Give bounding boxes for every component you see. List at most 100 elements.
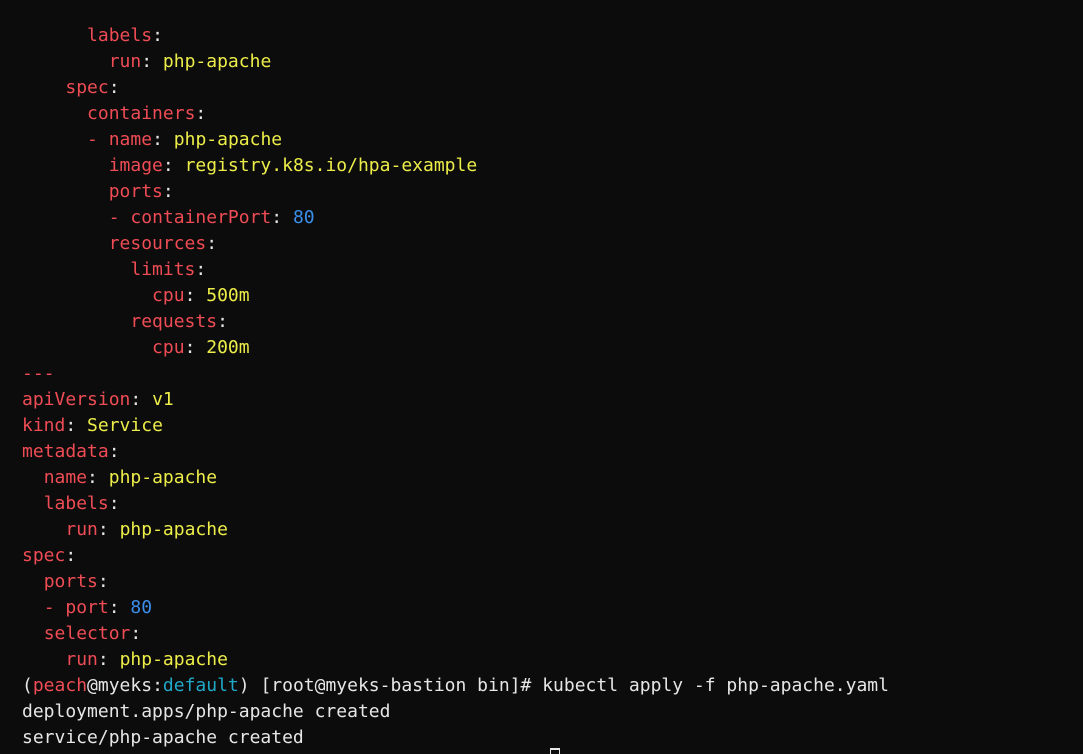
yaml-indent (22, 337, 152, 358)
yaml-line: image: registry.k8s.io/hpa-example (22, 153, 1083, 179)
yaml-line: resources: (22, 231, 1083, 257)
yaml-list-dash: - (87, 129, 109, 150)
yaml-key: name (43, 467, 88, 488)
yaml-value: 500m (206, 285, 250, 306)
yaml-colon: : (97, 519, 120, 540)
yaml-colon: : (108, 441, 120, 462)
yaml-line: cpu: 200m (22, 335, 1083, 361)
yaml-colon: : (108, 493, 120, 514)
yaml-colon: : (271, 207, 293, 228)
yaml-indent (22, 51, 109, 72)
yaml-colon: : (184, 337, 207, 358)
yaml-indent (22, 129, 87, 150)
yaml-line: apiVersion: v1 (22, 387, 1083, 413)
yaml-indent (22, 155, 109, 176)
yaml-line: kind: Service (22, 413, 1083, 439)
yaml-line: ports: (22, 569, 1083, 595)
yaml-colon: : (130, 623, 142, 644)
yaml-colon: : (97, 649, 120, 670)
yaml-indent (22, 103, 87, 124)
yaml-key: selector (43, 623, 131, 644)
yaml-indent (22, 285, 152, 306)
yaml-indent (22, 649, 65, 670)
yaml-indent (22, 311, 130, 332)
yaml-colon: : (130, 389, 153, 410)
yaml-key: cpu (152, 337, 185, 358)
yaml-key: requests (130, 311, 218, 332)
yaml-line: - port: 80 (22, 595, 1083, 621)
text-cursor (550, 748, 560, 754)
yaml-key: spec (22, 545, 66, 566)
yaml-colon: : (217, 311, 228, 332)
yaml-indent (22, 519, 65, 540)
yaml-value: 80 (130, 597, 153, 618)
yaml-separator: --- (22, 363, 55, 384)
yaml-indent (22, 207, 109, 228)
prompt-colon: : (152, 675, 163, 696)
yaml-key: metadata (22, 441, 109, 462)
yaml-key: labels (87, 25, 153, 46)
yaml-key: containers (87, 103, 196, 124)
yaml-value: 200m (206, 337, 250, 358)
yaml-key: port (65, 597, 109, 618)
yaml-colon: : (162, 155, 185, 176)
yaml-line: labels: (22, 491, 1083, 517)
yaml-line: - name: php-apache (22, 127, 1083, 153)
shell-command: kubectl apply -f php-apache.yaml (542, 675, 889, 696)
yaml-key: run (65, 649, 98, 670)
yaml-indent (22, 181, 109, 202)
yaml-line: --- (22, 361, 1083, 387)
yaml-line: spec: (22, 543, 1083, 569)
yaml-value: php-apache (119, 519, 228, 540)
yaml-key: kind (22, 415, 66, 436)
yaml-key: spec (65, 77, 109, 98)
yaml-line: name: php-apache (22, 465, 1083, 491)
yaml-indent (22, 25, 87, 46)
yaml-key: limits (130, 259, 196, 280)
yaml-key: ports (108, 181, 163, 202)
prompt-open: ( (22, 675, 33, 696)
yaml-colon: : (87, 467, 109, 488)
yaml-colon: : (162, 181, 174, 202)
yaml-colon: : (184, 285, 207, 306)
yaml-colon: : (108, 77, 120, 98)
yaml-line: requests: (22, 309, 1083, 335)
yaml-line: run: php-apache (22, 517, 1083, 543)
yaml-key: resources (108, 233, 207, 254)
yaml-value: php-apache (173, 129, 283, 150)
yaml-list-dash: - (108, 207, 131, 228)
yaml-colon: : (141, 51, 163, 72)
yaml-indent (22, 623, 44, 644)
yaml-colon: : (152, 129, 174, 150)
yaml-value: php-apache (119, 649, 228, 670)
yaml-key: containerPort (130, 207, 272, 228)
prompt-user: peach (32, 675, 88, 696)
yaml-indent (22, 233, 109, 254)
yaml-line: metadata: (22, 439, 1083, 465)
yaml-colon: : (108, 597, 131, 618)
yaml-value: 80 (292, 207, 315, 228)
yaml-colon: : (206, 233, 218, 254)
command-output-line: deployment.apps/php-apache created (22, 701, 391, 722)
yaml-line: run: php-apache (22, 647, 1083, 673)
yaml-line: run: php-apache (22, 49, 1083, 75)
prompt-cluster: myeks (97, 675, 153, 696)
yaml-key: ports (43, 571, 98, 592)
yaml-line: cpu: 500m (22, 283, 1083, 309)
yaml-line: containers: (22, 101, 1083, 127)
yaml-key: cpu (152, 285, 185, 306)
prompt-rest: ) [root@myeks-bastion bin]# (238, 675, 543, 696)
yaml-value: registry.k8s.io/hpa-example (184, 155, 478, 176)
yaml-list-dash: - (43, 597, 66, 618)
terminal-window[interactable]: labels: run: php-apache spec: containers… (0, 0, 1083, 754)
yaml-line: limits: (22, 257, 1083, 283)
yaml-line: - containerPort: 80 (22, 205, 1083, 231)
yaml-key: apiVersion (22, 389, 131, 410)
yaml-value: php-apache (108, 467, 218, 488)
yaml-key: run (65, 519, 98, 540)
yaml-key: run (108, 51, 142, 72)
yaml-line: selector: (22, 621, 1083, 647)
yaml-line: ports: (22, 179, 1083, 205)
yaml-indent (22, 493, 44, 514)
yaml-key: image (108, 155, 163, 176)
